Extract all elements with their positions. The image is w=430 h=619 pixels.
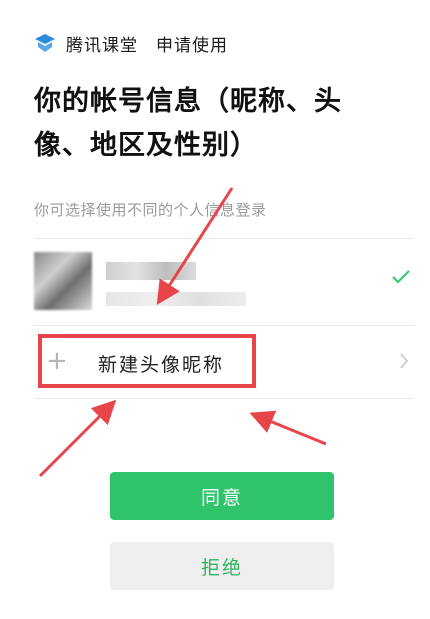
divider: [34, 325, 414, 326]
annotation-highlight-box: [38, 334, 256, 388]
account-option-existing[interactable]: [34, 240, 414, 324]
blurred-account-info: [106, 292, 246, 306]
app-header: 腾讯课堂 申请使用: [34, 28, 228, 58]
app-name: 腾讯课堂: [66, 35, 138, 56]
page-title: 你的帐号信息（昵称、头像、地区及性别）: [34, 86, 342, 161]
divider: [34, 238, 414, 239]
tencent-classroom-logo-icon: [35, 34, 55, 52]
agree-button[interactable]: 同意: [110, 472, 334, 520]
chevron-right-icon: [400, 353, 408, 369]
avatar: [34, 252, 92, 310]
annotation-arrow-left: [38, 399, 117, 478]
blurred-nickname: [106, 262, 196, 280]
refuse-button[interactable]: 拒绝: [110, 542, 334, 590]
annotation-arrow-right: [249, 410, 327, 446]
request-text: 申请使用: [156, 35, 228, 56]
check-icon: [392, 270, 410, 284]
subtitle: 你可选择使用不同的个人信息登录: [34, 201, 267, 219]
divider: [34, 398, 414, 399]
